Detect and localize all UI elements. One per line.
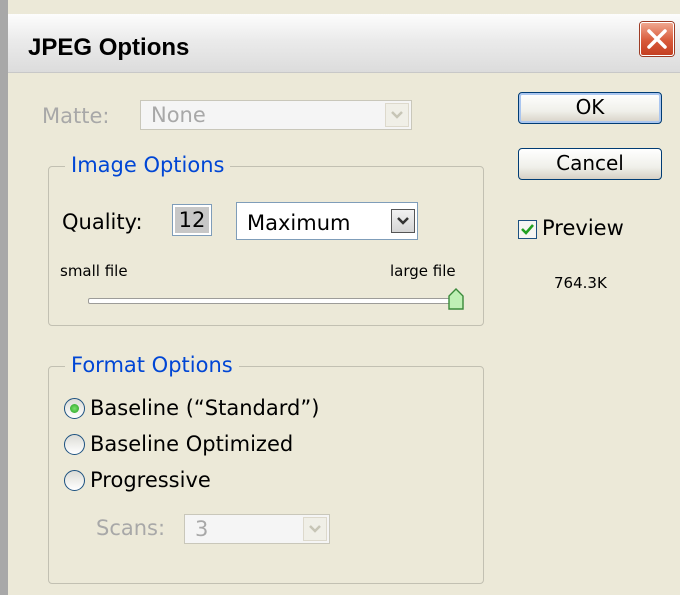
preview-label[interactable]: Preview [542, 216, 624, 240]
ok-button[interactable]: OK [518, 92, 662, 124]
cancel-button[interactable]: Cancel [518, 148, 662, 180]
progressive-label[interactable]: Progressive [90, 468, 211, 492]
title-bar[interactable]: JPEG Options [8, 14, 680, 73]
chevron-down-icon [391, 111, 403, 119]
quality-label: Quality: [62, 210, 143, 234]
scans-label: Scans: [96, 516, 166, 540]
baseline-standard-label[interactable]: Baseline (“Standard”) [90, 396, 319, 420]
preview-checkbox[interactable] [518, 220, 537, 239]
chevron-down-icon [309, 525, 321, 533]
matte-label: Matte: [42, 104, 110, 128]
baseline-optimized-label[interactable]: Baseline Optimized [90, 432, 293, 456]
quality-preset-select[interactable]: Maximum [236, 202, 418, 240]
quality-value: 12 [175, 207, 209, 233]
scans-select[interactable]: 3 [184, 514, 330, 544]
dialog-title: JPEG Options [28, 34, 190, 61]
slider-min-label: small file [60, 262, 128, 280]
slider-max-label: large file [390, 262, 456, 280]
jpeg-options-dialog: JPEG Options Matte: None Image Options Q… [0, 0, 680, 595]
matte-value: None [151, 103, 206, 127]
scans-value: 3 [195, 517, 209, 541]
file-size-readout: 764.3K [554, 274, 607, 292]
quality-slider-track[interactable] [88, 298, 458, 304]
quality-input[interactable]: 12 [172, 204, 212, 236]
matte-select[interactable]: None [140, 100, 412, 130]
format-options-legend: Format Options [65, 353, 239, 377]
window-left-edge [0, 0, 8, 595]
radio-selected-dot [70, 404, 79, 413]
image-options-legend: Image Options [65, 153, 231, 177]
baseline-standard-radio[interactable] [64, 398, 85, 419]
scans-dropdown-button[interactable] [303, 517, 327, 541]
matte-dropdown-button[interactable] [385, 103, 409, 127]
close-icon [647, 29, 667, 49]
quality-slider-thumb[interactable] [448, 288, 464, 310]
baseline-optimized-radio[interactable] [64, 434, 85, 455]
progressive-radio[interactable] [64, 470, 85, 491]
quality-preset-dropdown-button[interactable] [391, 209, 415, 233]
quality-preset-value: Maximum [247, 211, 351, 235]
checkmark-icon [521, 224, 534, 235]
chevron-down-icon [397, 217, 409, 225]
close-button[interactable] [640, 22, 674, 56]
